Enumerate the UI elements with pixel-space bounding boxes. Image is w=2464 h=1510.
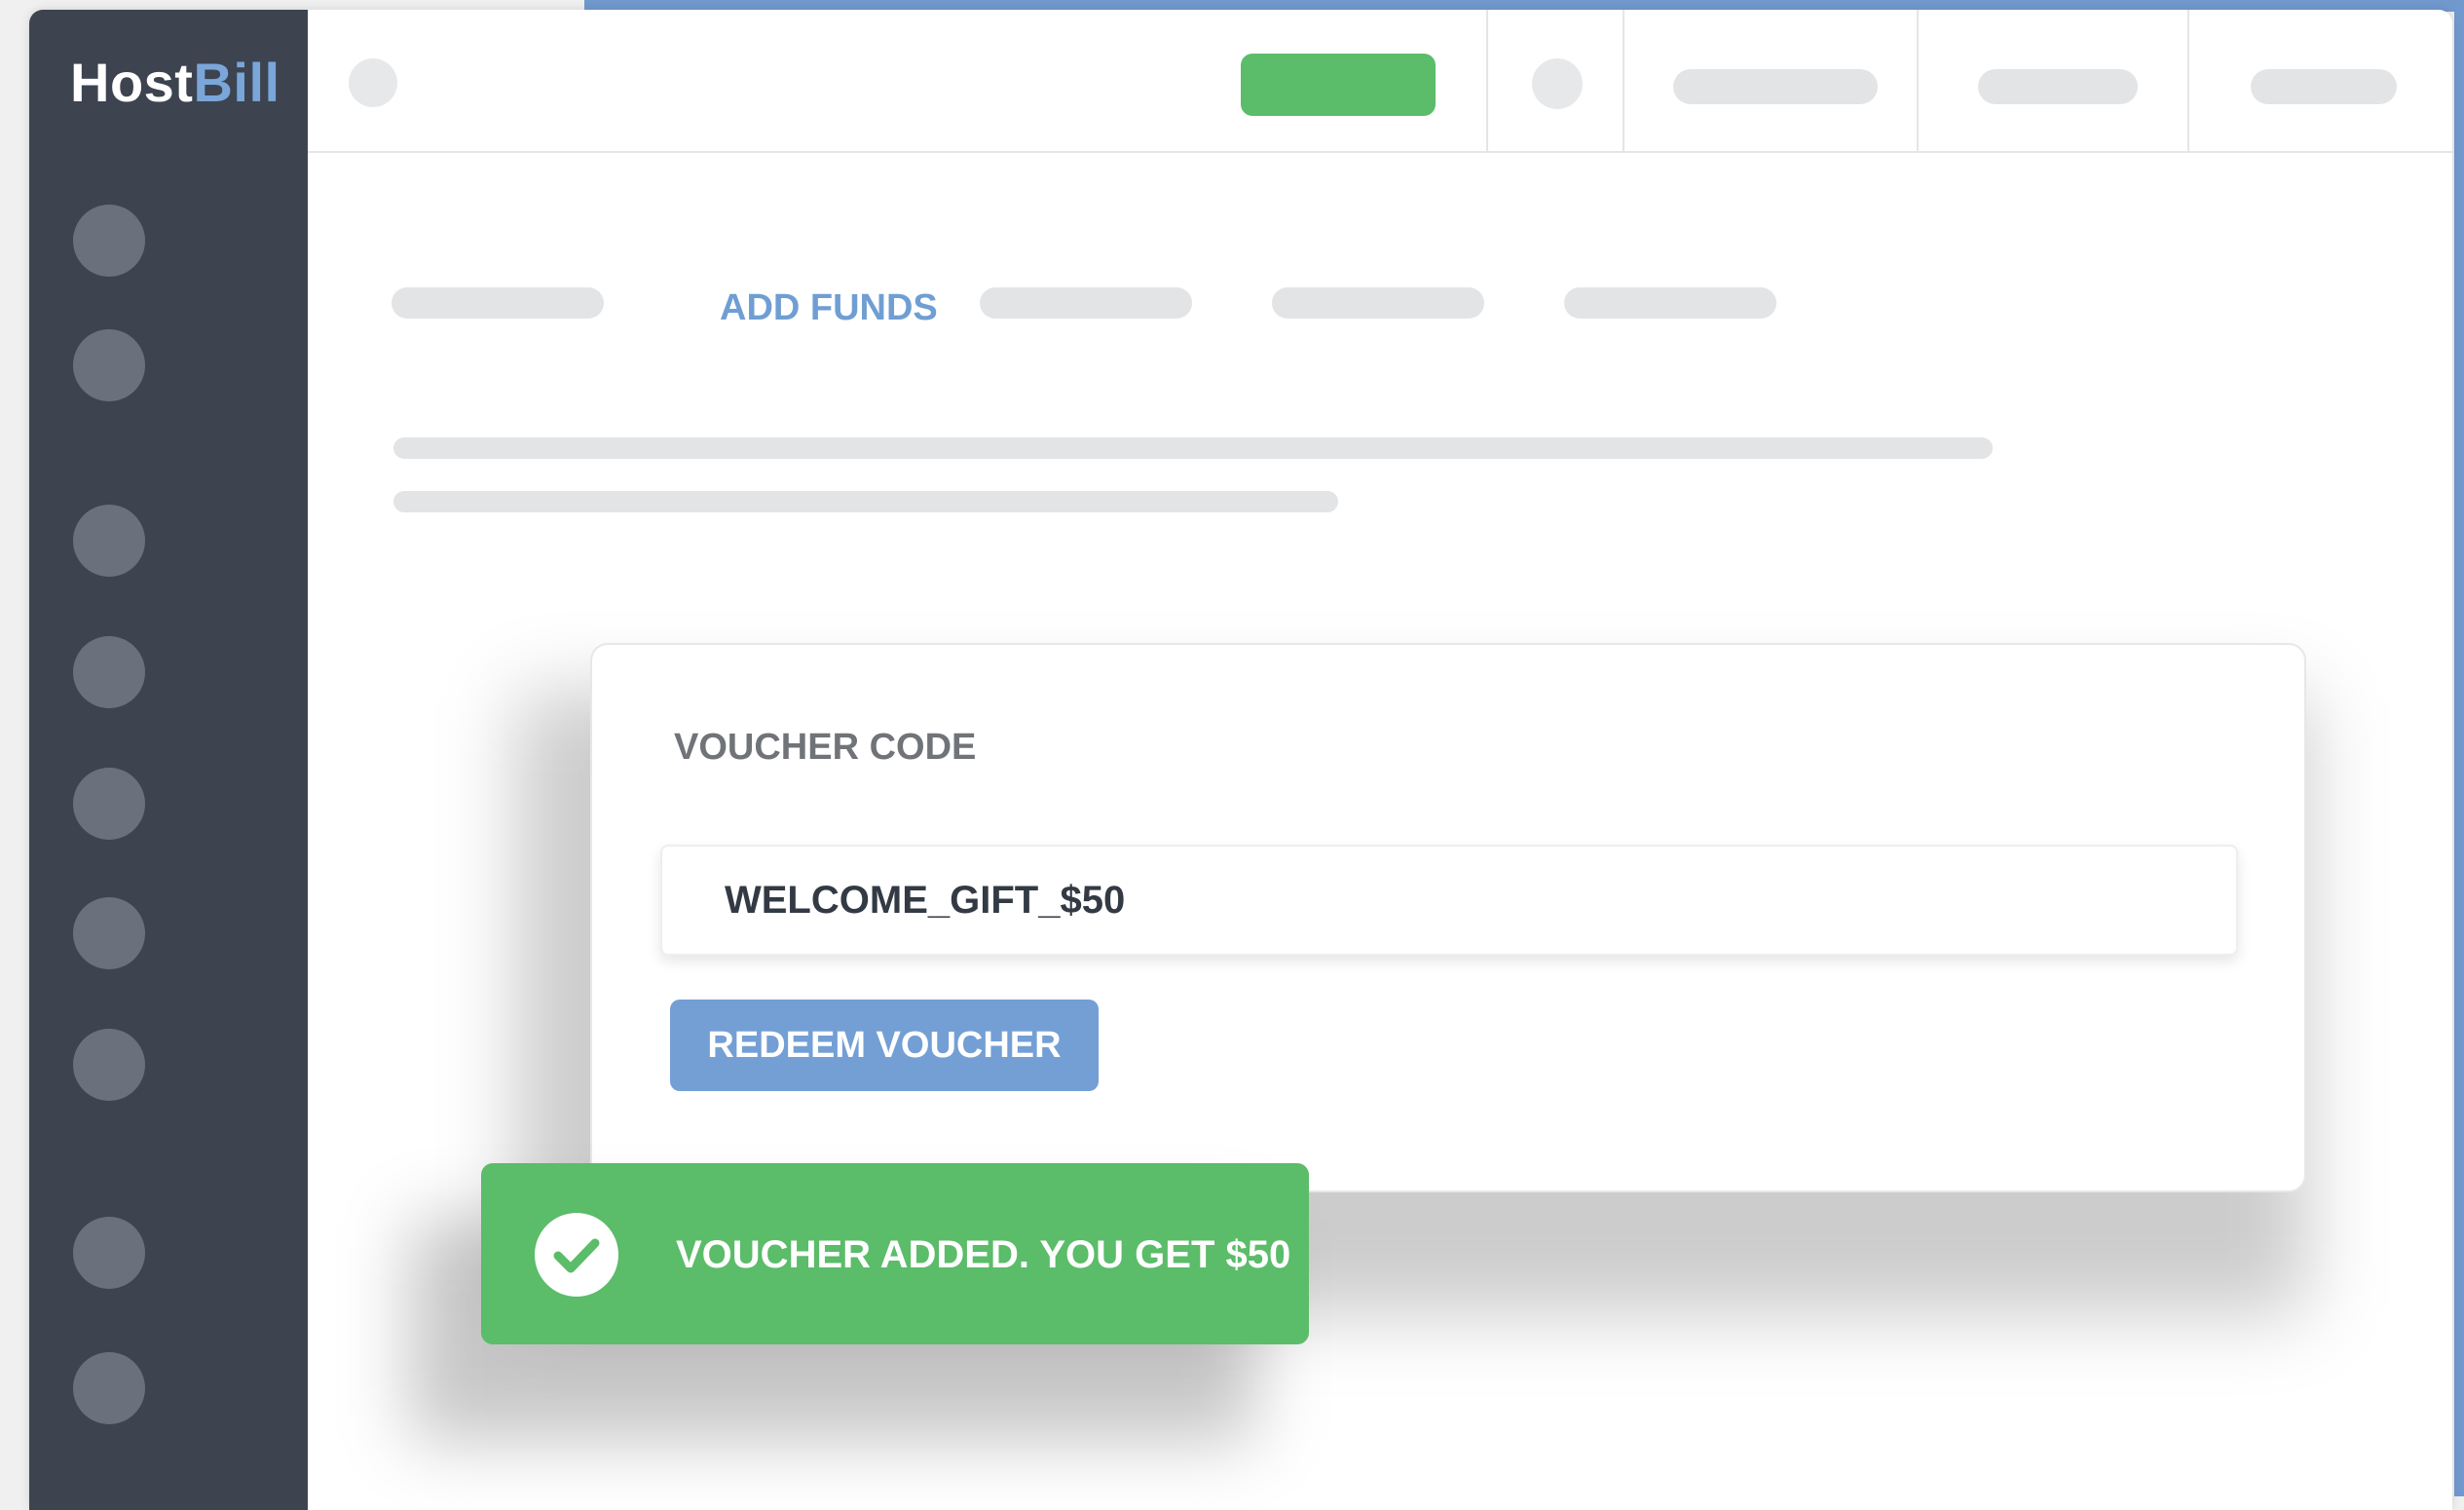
tab-placeholder[interactable] [392, 287, 604, 319]
text-line-placeholder [393, 491, 1338, 512]
tab-placeholder[interactable] [1272, 287, 1484, 319]
topbar-divider [1623, 10, 1624, 151]
check-circle-icon [535, 1213, 618, 1297]
sidebar-nav-icon[interactable] [73, 897, 145, 969]
tab-placeholder[interactable] [1564, 287, 1776, 319]
sidebar-nav-icon[interactable] [73, 329, 145, 401]
topbar-primary-button[interactable] [1241, 54, 1436, 116]
topbar-menu-placeholder[interactable] [1978, 69, 2138, 104]
logo-bill-text: Bill [193, 52, 280, 113]
topbar-menu-placeholder[interactable] [1673, 69, 1878, 104]
topbar-icon-placeholder[interactable] [349, 58, 397, 107]
toast-message: VOUCHER ADDED. YOU GET $50 [676, 1233, 1291, 1276]
text-line-placeholder [393, 437, 1993, 459]
sidebar-nav-icon[interactable] [73, 205, 145, 277]
sidebar-nav-icon[interactable] [73, 1217, 145, 1289]
topbar-menu-placeholder[interactable] [2251, 69, 2397, 104]
sidebar-nav-icon[interactable] [73, 768, 145, 840]
sidebar-nav-icon[interactable] [73, 636, 145, 708]
voucher-code-label: VOUCHER CODE [674, 727, 977, 768]
sidebar-nav-icon[interactable] [73, 1352, 145, 1424]
app-window: HostBill ADD FUNDS VOUCHER CODE REDEEM V… [29, 10, 2452, 1510]
topbar-divider [2187, 10, 2189, 151]
sidebar-nav-icon[interactable] [73, 505, 145, 577]
topbar-divider [1486, 10, 1488, 151]
logo-host-text: Host [70, 52, 194, 113]
sidebar: HostBill [29, 10, 308, 1510]
voucher-code-input[interactable] [660, 845, 2238, 956]
tab-add-funds[interactable]: ADD FUNDS [720, 287, 938, 329]
right-accent-edge [2454, 0, 2464, 1496]
voucher-card: VOUCHER CODE REDEEM VOUCHER [590, 643, 2306, 1192]
tab-placeholder[interactable] [980, 287, 1192, 319]
redeem-voucher-button[interactable]: REDEEM VOUCHER [670, 1000, 1099, 1091]
topbar-icon-placeholder[interactable] [1532, 58, 1583, 109]
sidebar-nav-icon[interactable] [73, 1029, 145, 1101]
success-toast: VOUCHER ADDED. YOU GET $50 [481, 1163, 1309, 1344]
topbar-divider [1917, 10, 1919, 151]
hostbill-logo[interactable]: HostBill [70, 51, 280, 114]
top-bar [308, 10, 2452, 153]
